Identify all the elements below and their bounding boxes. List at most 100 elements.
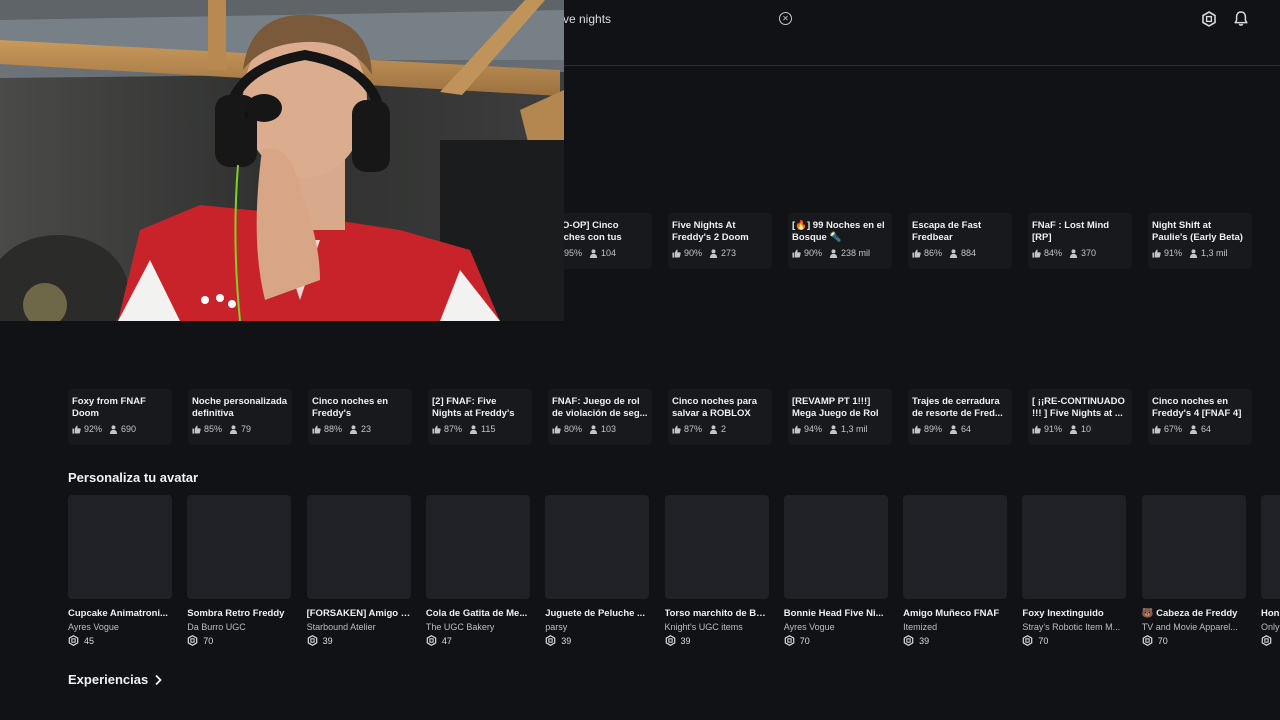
avatar-item-card[interactable]: 🐻 Cabeza de Freddy TV and Movie Apparel..… — [1141, 495, 1246, 646]
game-title: Trajes de cerradura de resorte de Fred..… — [912, 396, 1003, 419]
item-creator: Only — [1261, 622, 1280, 632]
person-icon — [109, 424, 118, 434]
avatar-item-card[interactable]: Juguete de Peluche ... parsy 39 — [545, 495, 650, 646]
game-title: [REVAMP PT 1!!!] Mega Juego de Rol ... — [792, 396, 879, 419]
item-name: Juguete de Peluche ... — [545, 608, 645, 619]
avatar-item-card[interactable]: [FORSAKEN] Amigo d... Starbound Atelier 39 — [306, 495, 411, 646]
game-rating: 80% — [564, 424, 583, 434]
thumbs-up-icon — [1152, 249, 1161, 258]
game-rating: 87% — [444, 424, 463, 434]
person-icon — [1069, 424, 1078, 434]
game-stats: 91% 10 — [1032, 424, 1128, 434]
item-creator: Stray's Robotic Item M... — [1022, 622, 1121, 632]
thumbs-up-icon — [1152, 425, 1161, 434]
avatar-item-card[interactable]: Foxy Inextinguido Stray's Robotic Item M.… — [1022, 495, 1127, 646]
item-thumbnail — [1141, 495, 1246, 599]
avatar-item-card[interactable]: Hon Only — [1261, 495, 1280, 646]
bell-icon[interactable] — [1233, 10, 1249, 27]
item-price: 70 — [1022, 635, 1126, 646]
game-card[interactable]: [2] FNAF: Five Nights at Freddy's [Histo… — [428, 389, 532, 445]
game-title: FNAF: Juego de rol de violación de seg..… — [552, 396, 648, 419]
game-card[interactable]: [🔥] 99 Noches en el Bosque 🔦 90% 238 mil — [788, 213, 892, 269]
game-rating: 91% — [1044, 424, 1063, 434]
app-page: ve nights ✕ [CO-OP] Cinco noches con tus… — [0, 0, 1280, 720]
game-player-count: 64 — [1201, 424, 1212, 434]
game-player-count: 104 — [601, 248, 617, 258]
avatar-item-card[interactable]: Cola de Gatita de Me... The UGC Bakery 47 — [425, 495, 530, 646]
game-row-more-results: Foxy from FNAF Doom 92% 690 Noche personali… — [0, 389, 1280, 449]
thumbs-up-icon — [72, 425, 81, 434]
game-card[interactable]: Foxy from FNAF Doom 92% 690 — [68, 389, 172, 445]
game-title: Cinco noches para salvar a ROBLOX — [672, 396, 757, 419]
experiences-section-link[interactable]: Experiencias — [68, 672, 162, 687]
item-creator: Starbound Atelier — [306, 622, 376, 632]
game-card[interactable]: Noche personalizada definitiva 85% 79 — [188, 389, 292, 445]
game-title: [ ¡¡RE-CONTINUADO !!! ] Five Nights at .… — [1032, 396, 1125, 419]
item-name: Cola de Gatita de Me... — [425, 608, 528, 619]
game-player-count: 64 — [961, 424, 972, 434]
game-stats: 88% 23 — [312, 424, 408, 434]
game-player-count: 79 — [241, 424, 252, 434]
game-player-count: 1,3 mil — [1201, 248, 1228, 258]
item-price-value: 39 — [322, 635, 333, 646]
thumbs-up-icon — [192, 425, 201, 434]
thumbs-up-icon — [912, 425, 921, 434]
robux-icon — [426, 635, 437, 646]
robux-icon — [545, 635, 556, 646]
search-input[interactable]: ve nights — [563, 12, 611, 26]
close-circle-icon[interactable]: ✕ — [779, 12, 792, 25]
game-card[interactable]: FNAF: Juego de rol de violación de seg..… — [548, 389, 652, 445]
item-price: 70 — [1142, 635, 1246, 646]
game-title: Escapa de Fast Fredbear — [912, 220, 982, 243]
game-rating: 89% — [924, 424, 943, 434]
game-rating: 90% — [684, 248, 703, 258]
item-creator: Knight's UGC items — [664, 622, 743, 632]
game-card[interactable]: FNaF : Lost Mind [RP] 84% 370 — [1028, 213, 1132, 269]
game-title: [CO-OP] Cinco noches con tus ami... — [552, 220, 622, 243]
item-thumbnail — [903, 495, 1008, 599]
robux-icon[interactable] — [1201, 11, 1217, 27]
item-price: 39 — [903, 635, 1007, 646]
game-card[interactable]: Escapa de Fast Fredbear 86% 884 — [908, 213, 1012, 269]
thumbs-up-icon — [552, 425, 561, 434]
game-card[interactable]: [ ¡¡RE-CONTINUADO !!! ] Five Nights at .… — [1028, 389, 1132, 445]
item-creator: TV and Movie Apparel... — [1141, 622, 1238, 632]
game-player-count: 238 mil — [841, 248, 871, 258]
robux-icon — [307, 635, 317, 646]
game-stats: 84% 370 — [1032, 248, 1128, 258]
game-card[interactable]: Night Shift at Paulie's (Early Beta) 91% 1… — [1148, 213, 1252, 269]
avatar-item-card[interactable]: Torso marchito de Bo... Knight's UGC item… — [664, 495, 769, 646]
robux-icon — [187, 635, 198, 646]
thumbs-up-icon — [672, 425, 681, 434]
item-name: Foxy Inextinguido — [1022, 608, 1104, 619]
game-card[interactable]: Cinco noches en Freddy's 4 [FNAF 4] 67% 64 — [1148, 389, 1252, 445]
avatar-item-card[interactable]: Cupcake Animatroni... Ayres Vogue 45 — [68, 495, 172, 646]
avatar-item-card[interactable]: Bonnie Head Five Ni... Ayres Vogue 70 — [783, 495, 888, 646]
game-title: Noche personalizada definitiva — [192, 396, 288, 419]
game-player-count: 2 — [721, 424, 727, 434]
avatar-items-row: Cupcake Animatroni... Ayres Vogue 45 Sombra… — [0, 495, 1280, 655]
thumbs-up-icon — [1032, 425, 1041, 434]
item-thumbnail — [783, 495, 888, 599]
game-title: [2] FNAF: Five Nights at Freddy's [Histo… — [432, 396, 515, 419]
avatar-item-card[interactable]: Sombra Retro Freddy Da Burro UGC 70 — [187, 495, 292, 646]
person-icon — [949, 248, 958, 258]
game-card[interactable]: [REVAMP PT 1!!!] Mega Juego de Rol ... 94… — [788, 389, 892, 445]
item-creator: The UGC Bakery — [425, 622, 495, 632]
avatar-item-card[interactable]: Amigo Muñeco FNAF Itemized 39 — [903, 495, 1008, 646]
game-rating: 87% — [684, 424, 703, 434]
game-card[interactable]: Cinco noches en Freddy's 88% 23 — [308, 389, 412, 445]
item-price-value: 39 — [680, 635, 691, 646]
game-stats: 67% 64 — [1152, 424, 1248, 434]
game-card[interactable]: Cinco noches para salvar a ROBLOX 87% 2 — [668, 389, 772, 445]
item-price-value: 70 — [1157, 635, 1168, 646]
game-card[interactable]: Five Nights At Freddy's 2 Doom 90% 273 — [668, 213, 772, 269]
item-price-value: 70 — [1038, 635, 1049, 646]
game-card[interactable]: Trajes de cerradura de resorte de Fred..… — [908, 389, 1012, 445]
item-creator: Ayres Vogue — [783, 622, 835, 632]
webcam-overlay — [0, 0, 564, 321]
game-stats: 89% 64 — [912, 424, 1008, 434]
item-price-value: 39 — [561, 635, 572, 646]
item-price-value: 70 — [203, 635, 214, 646]
item-thumbnail — [306, 495, 411, 599]
